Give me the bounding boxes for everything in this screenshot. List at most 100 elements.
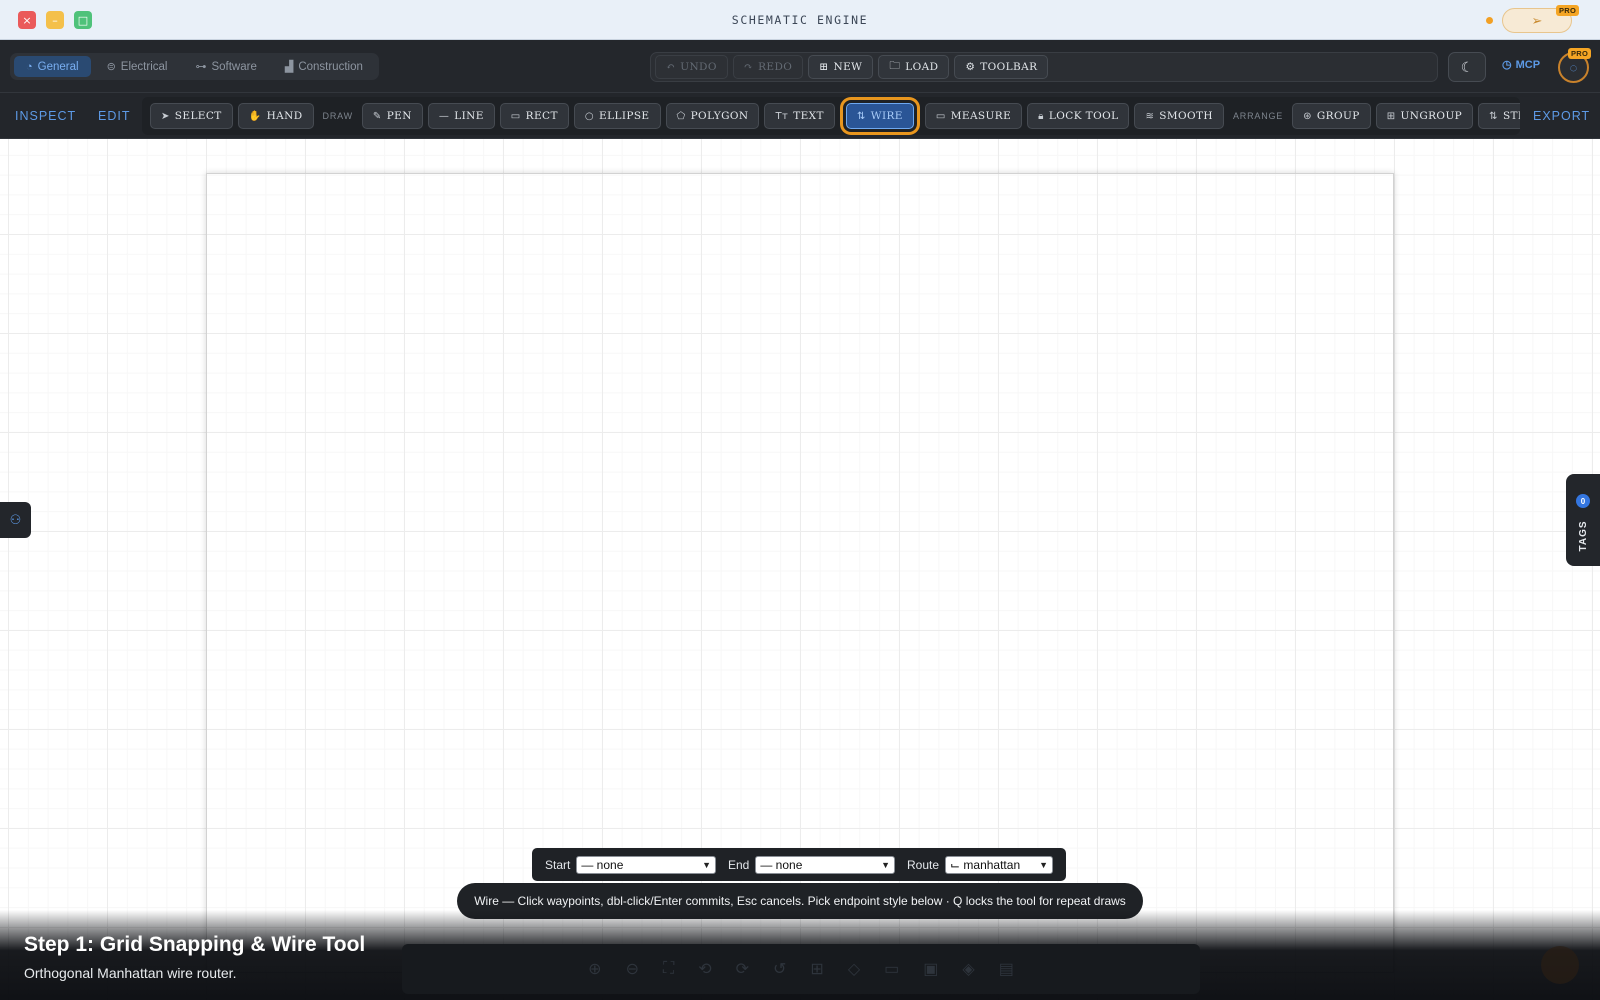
help-button[interactable] bbox=[1541, 946, 1579, 984]
undo-icon: ↶ bbox=[666, 61, 676, 73]
redo-icon: ↷ bbox=[743, 61, 754, 73]
group-icon: ⊛ bbox=[1303, 110, 1312, 122]
image-icon[interactable]: ▣ bbox=[923, 959, 938, 979]
construction-icon: ▟ bbox=[284, 61, 294, 73]
start-endpoint-select[interactable]: — none ▼ bbox=[576, 855, 716, 874]
caption-title: Step 1: Grid Snapping & Wire Tool bbox=[24, 933, 366, 956]
lock-icon: 🔒︎ bbox=[1038, 110, 1044, 122]
moon-icon: ☾ bbox=[1460, 58, 1474, 75]
lock-tool-button[interactable]: 🔒︎ LOCK TOOL bbox=[1027, 103, 1130, 129]
tab-label: General bbox=[37, 60, 79, 73]
text-tool-button[interactable]: Tт TEXT bbox=[764, 103, 835, 129]
route-select[interactable]: ⌙ manhattan ▼ bbox=[945, 855, 1053, 874]
route-label: Route bbox=[906, 857, 940, 872]
tool-label: STRAIGHTEN bbox=[1502, 110, 1520, 122]
measure-tool-button[interactable]: ▭ MEASURE bbox=[924, 103, 1023, 129]
redo-button[interactable]: ↷ REDO bbox=[732, 55, 804, 79]
close-window-button[interactable]: × bbox=[18, 11, 36, 29]
hand-icon: ✋ bbox=[248, 110, 262, 122]
reset-icon[interactable]: ⟲ bbox=[698, 959, 711, 979]
tab-general[interactable]: ◔ General bbox=[14, 56, 91, 77]
tool-label: SMOOTH bbox=[1159, 110, 1213, 122]
tab-construction[interactable]: ▟ Construction bbox=[273, 56, 375, 77]
caption-subtitle: Orthogonal Manhattan wire router. bbox=[24, 965, 237, 981]
group-button[interactable]: ⊛ GROUP bbox=[1292, 103, 1371, 129]
tab-software[interactable]: ⊶ Software bbox=[183, 56, 268, 77]
arrange-section-label: ARRANGE bbox=[1233, 111, 1284, 121]
tool-label: LOCK TOOL bbox=[1048, 110, 1119, 122]
chevron-down-icon: ▼ bbox=[702, 859, 711, 870]
theme-toggle-button[interactable]: ☾ bbox=[1448, 52, 1486, 82]
tool-label: LINE bbox=[454, 110, 484, 122]
pro-badge: PRO bbox=[1568, 48, 1592, 59]
tool-bar: INSPECT EDIT ➤ SELECT ✋ HAND DRAW ✎ PEN … bbox=[0, 93, 1600, 139]
layers-icon[interactable]: ◈ bbox=[962, 959, 974, 979]
pen-icon: ✎ bbox=[372, 110, 382, 122]
mcp-button[interactable]: ◷ MCP bbox=[1502, 58, 1540, 72]
shapes-icon: ⚇ bbox=[9, 512, 22, 527]
shapes-panel-toggle[interactable]: ⚇ bbox=[0, 502, 31, 538]
select-tool-button[interactable]: ➤ SELECT bbox=[150, 103, 233, 129]
hand-tool-button[interactable]: ✋ HAND bbox=[237, 103, 314, 129]
cursor-icon: ➤ bbox=[161, 110, 170, 122]
pen-tool-button[interactable]: ✎ PEN bbox=[361, 103, 423, 129]
ruler-icon[interactable]: ▭ bbox=[884, 959, 899, 979]
load-button[interactable]: 🗀 LOAD bbox=[878, 55, 950, 79]
smooth-icon: ≋ bbox=[1145, 110, 1155, 122]
undo-arrow-icon[interactable]: ↺ bbox=[773, 959, 786, 979]
history-toolbar: ↶ UNDO ↷ REDO ⊞ NEW 🗀 LOAD ⚙ TOOLBAR bbox=[650, 52, 1438, 82]
ungroup-button[interactable]: ⊞ UNGROUP bbox=[1375, 103, 1474, 129]
grid-icon[interactable]: ⊞ bbox=[810, 959, 823, 979]
new-button[interactable]: ⊞ NEW bbox=[808, 55, 874, 79]
window-controls: × – □ bbox=[18, 11, 92, 29]
tool-label: GROUP bbox=[1316, 110, 1360, 122]
load-label: LOAD bbox=[905, 61, 939, 73]
folder-icon: 🗀 bbox=[889, 60, 901, 72]
fit-icon[interactable]: ⛶ bbox=[663, 960, 674, 978]
start-label: Start bbox=[545, 857, 571, 872]
end-label: End bbox=[727, 857, 750, 872]
tool-label: TEXT bbox=[793, 110, 824, 122]
maximize-window-button[interactable]: □ bbox=[74, 11, 92, 29]
zoom-in-icon[interactable]: ⊕ bbox=[588, 959, 601, 979]
new-icon: ⊞ bbox=[819, 61, 829, 73]
tool-label: MEASURE bbox=[950, 110, 1012, 122]
straighten-icon: ⇅ bbox=[1489, 110, 1498, 122]
shape-icon[interactable]: ◇ bbox=[848, 959, 860, 979]
rectangle-icon: ▭ bbox=[510, 110, 521, 122]
tab-edit[interactable]: EDIT bbox=[98, 93, 130, 139]
undo-button[interactable]: ↶ UNDO bbox=[655, 55, 728, 79]
tools-strip: ➤ SELECT ✋ HAND DRAW ✎ PEN — LINE ▭ RECT… bbox=[142, 97, 1520, 135]
polygon-tool-button[interactable]: ⬠ POLYGON bbox=[665, 103, 760, 129]
gear-icon: ⚙ bbox=[965, 61, 976, 73]
draw-section-label: DRAW bbox=[322, 111, 353, 121]
title-bar: × – □ SCHEMATIC ENGINE ➢ PRO bbox=[0, 0, 1600, 40]
toolbar-settings-button[interactable]: ⚙ TOOLBAR bbox=[954, 55, 1049, 79]
tab-export[interactable]: EXPORT bbox=[1533, 93, 1590, 139]
tab-inspect[interactable]: INSPECT bbox=[15, 93, 76, 139]
ellipse-tool-button[interactable]: ○ ELLIPSE bbox=[573, 103, 661, 129]
straighten-button[interactable]: ⇅ STRAIGHTEN bbox=[1478, 103, 1520, 129]
clock-icon: ◷ bbox=[1502, 59, 1512, 71]
smooth-tool-button[interactable]: ≋ SMOOTH bbox=[1134, 103, 1224, 129]
rotate-icon[interactable]: ⟳ bbox=[736, 959, 749, 979]
tool-label: UNGROUP bbox=[1400, 110, 1463, 122]
end-endpoint-select[interactable]: — none ▼ bbox=[755, 855, 895, 874]
zoom-out-icon[interactable]: ⊖ bbox=[626, 959, 639, 979]
tags-panel-toggle[interactable]: 0 TAGS bbox=[1566, 474, 1600, 566]
category-bar: ◔ General ⊜ Electrical ⊶ Software ▟ Cons… bbox=[0, 40, 1600, 93]
pro-badge: PRO bbox=[1556, 5, 1580, 16]
tags-count-badge: 0 bbox=[1576, 494, 1590, 508]
minimize-window-button[interactable]: – bbox=[46, 11, 64, 29]
tool-label: POLYGON bbox=[690, 110, 749, 122]
tab-electrical[interactable]: ⊜ Electrical bbox=[95, 56, 180, 77]
chevron-down-icon: ▼ bbox=[881, 859, 890, 870]
tab-label: Electrical bbox=[120, 60, 168, 73]
rect-tool-button[interactable]: ▭ RECT bbox=[499, 103, 569, 129]
wire-tool-button[interactable]: ⇅ WIRE bbox=[845, 103, 914, 129]
line-tool-button[interactable]: — LINE bbox=[427, 103, 495, 129]
gallery-icon[interactable]: ▤ bbox=[999, 959, 1014, 979]
tool-label: RECT bbox=[525, 110, 558, 122]
electrical-icon: ⊜ bbox=[106, 61, 116, 73]
toolbar-label: TOOLBAR bbox=[980, 61, 1038, 73]
